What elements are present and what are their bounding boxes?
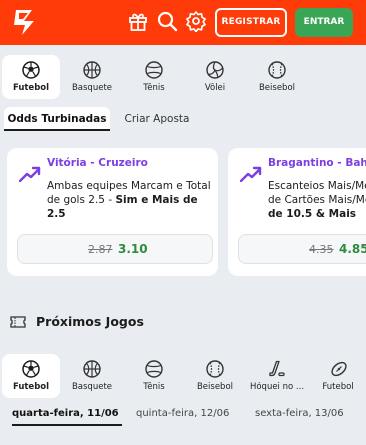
sport-tab-beisebol[interactable]: Beisebol <box>186 354 244 398</box>
bet-description: Escanteios Mais/Menos e Total de Cartões… <box>268 179 366 221</box>
sport-tab-label: Basquete <box>71 83 113 93</box>
basketball-icon <box>83 360 101 378</box>
top-header: REGISTRAR ENTRAR <box>0 0 366 45</box>
register-button[interactable]: REGISTRAR <box>215 8 287 37</box>
tennis-ball-icon <box>145 61 163 79</box>
boosted-odd: 4.85 <box>339 242 366 256</box>
old-odd: 2.87 <box>88 243 113 256</box>
sport-tab-basquete[interactable]: Basquete <box>63 55 121 99</box>
sport-tab-basquete[interactable]: Basquete <box>63 354 121 398</box>
tab-criar-aposta[interactable]: Criar Aposta <box>116 107 198 131</box>
sport-tab-label: Futebol <box>322 382 354 392</box>
boosted-odd: 3.10 <box>118 242 148 256</box>
sport-tab-label: Beisebol <box>196 382 234 392</box>
odds-boost-card[interactable]: Bragantino - Bahia Escanteios Mais/Menos… <box>228 148 366 276</box>
sport-tab-label: Futebol <box>12 382 50 392</box>
odd-button[interactable]: 4.35 4.85 <box>238 234 366 264</box>
sport-tab-beisebol[interactable]: Beisebol <box>248 55 306 99</box>
day-tab[interactable]: sexta-feira, 13/06 <box>255 408 344 419</box>
sport-tab-label: Basquete <box>71 382 113 392</box>
trending-up-icon <box>19 166 41 182</box>
day-tab[interactable]: quarta-feira, 11/06 <box>12 408 122 426</box>
day-tab[interactable]: quinta-feira, 12/06 <box>136 408 229 419</box>
basketball-icon <box>83 61 101 79</box>
sport-tab-label: Beisebol <box>258 83 296 93</box>
sport-tab-tenis[interactable]: Tênis <box>125 354 183 398</box>
gear-icon[interactable] <box>185 10 207 32</box>
sport-tab-futebol[interactable]: Futebol <box>2 55 60 99</box>
tennis-ball-icon <box>145 360 163 378</box>
sport-tab-futebol-americano[interactable]: Futebol <box>310 354 366 398</box>
sport-tab-hoquei[interactable]: Hóquei no ... <box>248 354 306 398</box>
sport-tab-label: Tênis <box>143 382 165 392</box>
american-football-icon <box>331 361 347 377</box>
sport-tab-volei[interactable]: Vôlei <box>186 55 244 99</box>
section-title: Próximos Jogos <box>36 314 144 329</box>
soccer-ball-icon <box>22 61 40 79</box>
search-icon[interactable] <box>156 10 178 32</box>
gift-icon[interactable] <box>127 10 149 32</box>
soccer-ball-icon <box>22 360 40 378</box>
volleyball-icon <box>206 61 224 79</box>
bet-description-text: Escanteios Mais/Menos e Total de Cartões… <box>268 180 366 206</box>
baseball-icon <box>268 61 286 79</box>
sport-tab-label: Hóquei no ... <box>249 382 305 392</box>
tab-odds-turbinadas[interactable]: Odds Turbinadas <box>4 107 110 131</box>
sport-tab-label: Futebol <box>12 83 50 93</box>
hockey-stick-icon <box>269 360 285 377</box>
brand-logo[interactable] <box>10 6 42 38</box>
sport-tab-tenis[interactable]: Tênis <box>125 55 183 99</box>
baseball-icon <box>206 360 224 378</box>
match-teams[interactable]: Bragantino - Bahia <box>268 157 366 169</box>
match-teams[interactable]: Vitória - Cruzeiro <box>47 157 148 169</box>
login-button[interactable]: ENTRAR <box>295 8 353 37</box>
trending-up-icon <box>240 166 262 182</box>
ticket-icon <box>10 316 26 328</box>
sport-tab-label: Vôlei <box>204 83 226 93</box>
old-odd: 4.35 <box>309 243 334 256</box>
bet-description: Ambas equipes Marcam e Total de gols 2.5… <box>47 179 215 221</box>
sport-tab-futebol[interactable]: Futebol <box>2 354 60 398</box>
sport-tab-label: Tênis <box>143 83 165 93</box>
odd-button[interactable]: 2.87 3.10 <box>17 234 213 264</box>
odds-boost-card[interactable]: Vitória - Cruzeiro Ambas equipes Marcam … <box>7 148 218 276</box>
